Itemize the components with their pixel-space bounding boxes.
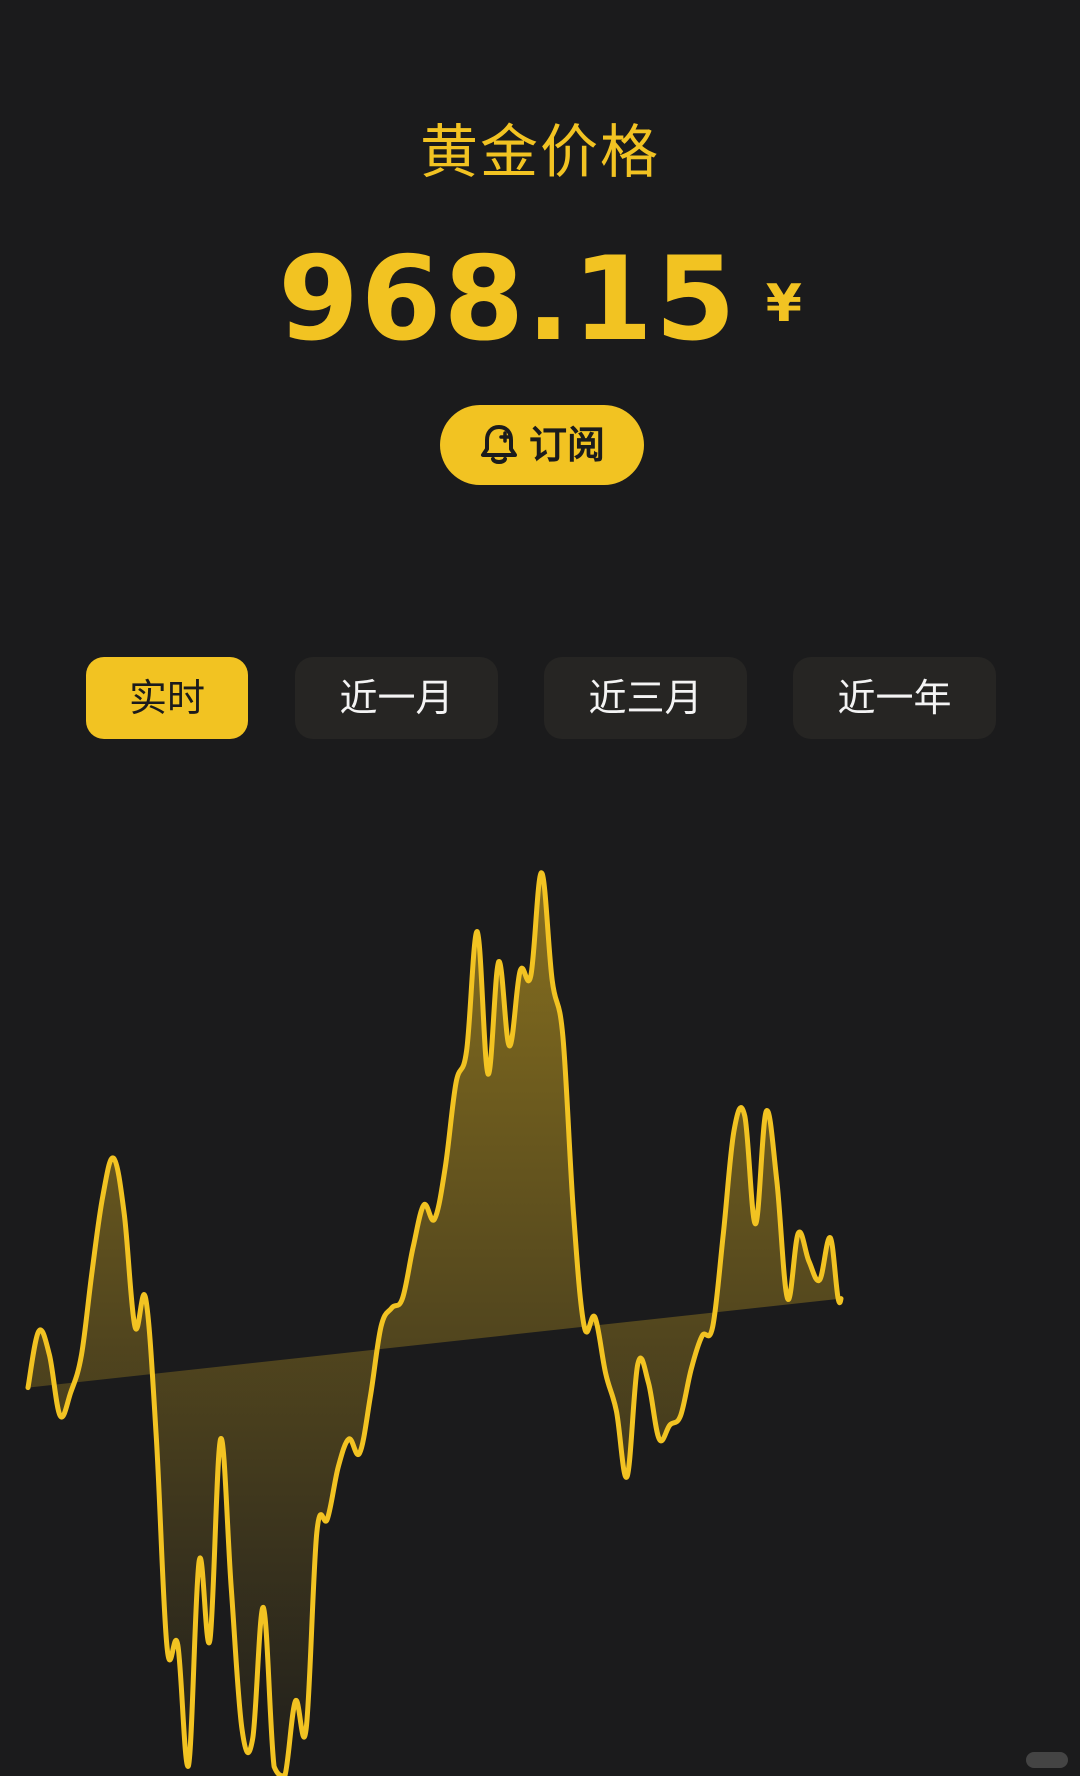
chart-point-7 bbox=[101, 1194, 105, 1198]
chart-point-18 bbox=[219, 1437, 223, 1441]
chart-point-89 bbox=[978, 0, 982, 2]
chart-point-53 bbox=[593, 1315, 597, 1319]
chart-point-14 bbox=[176, 1643, 180, 1647]
chart-point-64 bbox=[711, 1325, 715, 1329]
chart-point-3 bbox=[58, 1414, 62, 1418]
chart-point-34 bbox=[390, 1306, 394, 1310]
chart-point-46 bbox=[518, 969, 522, 973]
chart-point-70 bbox=[775, 1180, 779, 1184]
chart-point-71 bbox=[786, 1297, 790, 1301]
chart-point-27 bbox=[315, 1531, 319, 1535]
chart-point-96 bbox=[1053, 0, 1057, 2]
chart-point-22 bbox=[261, 1606, 265, 1610]
chart-point-90 bbox=[989, 0, 993, 2]
chart-point-32 bbox=[368, 1395, 372, 1399]
watermark-badge bbox=[1026, 1752, 1068, 1768]
chart-point-23 bbox=[272, 1765, 276, 1769]
chart-point-21 bbox=[251, 1737, 255, 1741]
chart-point-43 bbox=[486, 1072, 490, 1076]
chart-point-41 bbox=[465, 1049, 469, 1053]
chart-point-49 bbox=[550, 978, 554, 982]
chart-point-77 bbox=[850, 1109, 854, 1113]
chart-point-47 bbox=[529, 974, 533, 978]
chart-point-76 bbox=[839, 1297, 843, 1301]
chart-point-45 bbox=[507, 1044, 511, 1048]
chart-point-30 bbox=[347, 1437, 351, 1441]
chart-point-54 bbox=[604, 1372, 608, 1376]
chart-point-0 bbox=[26, 1386, 30, 1390]
chart-point-81 bbox=[893, 0, 897, 2]
chart-point-5 bbox=[80, 1353, 84, 1357]
chart-point-93 bbox=[1021, 0, 1025, 2]
chart-point-50 bbox=[561, 1035, 565, 1039]
chart-point-2 bbox=[47, 1353, 51, 1357]
chart-point-91 bbox=[1000, 0, 1004, 2]
chart-point-19 bbox=[229, 1587, 233, 1591]
chart-point-88 bbox=[967, 0, 971, 2]
chart-point-9 bbox=[122, 1212, 126, 1216]
chart-point-85 bbox=[935, 0, 939, 2]
chart-point-37 bbox=[422, 1203, 426, 1207]
chart-point-86 bbox=[946, 0, 950, 2]
chart-point-26 bbox=[304, 1727, 308, 1731]
chart-point-73 bbox=[807, 1259, 811, 1263]
chart-point-6 bbox=[90, 1269, 94, 1273]
chart-point-63 bbox=[700, 1334, 704, 1338]
chart-point-15 bbox=[187, 1764, 191, 1768]
chart-point-92 bbox=[1010, 0, 1014, 2]
chart-point-52 bbox=[582, 1325, 586, 1329]
chart-point-4 bbox=[69, 1390, 73, 1394]
chart-point-59 bbox=[657, 1437, 661, 1441]
chart-point-79 bbox=[871, 0, 875, 2]
chart-point-12 bbox=[154, 1437, 158, 1441]
chart-point-56 bbox=[625, 1475, 629, 1479]
chart-point-13 bbox=[165, 1646, 169, 1650]
chart-point-16 bbox=[197, 1559, 201, 1563]
chart-point-20 bbox=[240, 1727, 244, 1731]
chart-point-25 bbox=[293, 1699, 297, 1703]
price-chart bbox=[25, 0, 1057, 1776]
chart-point-87 bbox=[957, 0, 961, 2]
chart-point-82 bbox=[903, 0, 907, 2]
chart-point-58 bbox=[647, 1381, 651, 1385]
chart-point-55 bbox=[614, 1409, 618, 1413]
chart-point-68 bbox=[754, 1222, 758, 1226]
chart-point-78 bbox=[860, 0, 864, 2]
chart-point-67 bbox=[743, 1114, 747, 1118]
chart-point-1 bbox=[37, 1329, 41, 1333]
chart-point-60 bbox=[668, 1423, 672, 1427]
chart-point-95 bbox=[1042, 0, 1046, 2]
chart-point-75 bbox=[828, 1236, 832, 1240]
chart-point-39 bbox=[443, 1166, 447, 1170]
chart-point-38 bbox=[433, 1217, 437, 1221]
chart-point-48 bbox=[540, 871, 544, 875]
chart-point-42 bbox=[475, 930, 479, 934]
chart-point-66 bbox=[732, 1128, 736, 1132]
chart-point-36 bbox=[411, 1245, 415, 1249]
chart-point-17 bbox=[208, 1638, 212, 1642]
chart-point-57 bbox=[636, 1362, 640, 1366]
chart-point-44 bbox=[497, 960, 501, 964]
chart-point-69 bbox=[764, 1109, 768, 1113]
chart-point-35 bbox=[400, 1297, 404, 1301]
chart-point-11 bbox=[144, 1297, 148, 1301]
chart-point-29 bbox=[336, 1465, 340, 1469]
chart-point-62 bbox=[689, 1367, 693, 1371]
chart-point-8 bbox=[112, 1156, 116, 1160]
chart-point-74 bbox=[818, 1278, 822, 1282]
chart-point-65 bbox=[721, 1231, 725, 1235]
chart-point-94 bbox=[1032, 0, 1036, 2]
chart-point-80 bbox=[882, 0, 886, 2]
chart-point-72 bbox=[796, 1231, 800, 1235]
chart-point-51 bbox=[572, 1212, 576, 1216]
chart-point-31 bbox=[358, 1451, 362, 1455]
chart-point-40 bbox=[454, 1081, 458, 1085]
chart-point-33 bbox=[379, 1325, 383, 1329]
chart-point-28 bbox=[326, 1517, 330, 1521]
chart-point-10 bbox=[133, 1325, 137, 1329]
chart-point-84 bbox=[925, 0, 929, 2]
chart-point-61 bbox=[679, 1414, 683, 1418]
chart-point-83 bbox=[914, 0, 918, 2]
